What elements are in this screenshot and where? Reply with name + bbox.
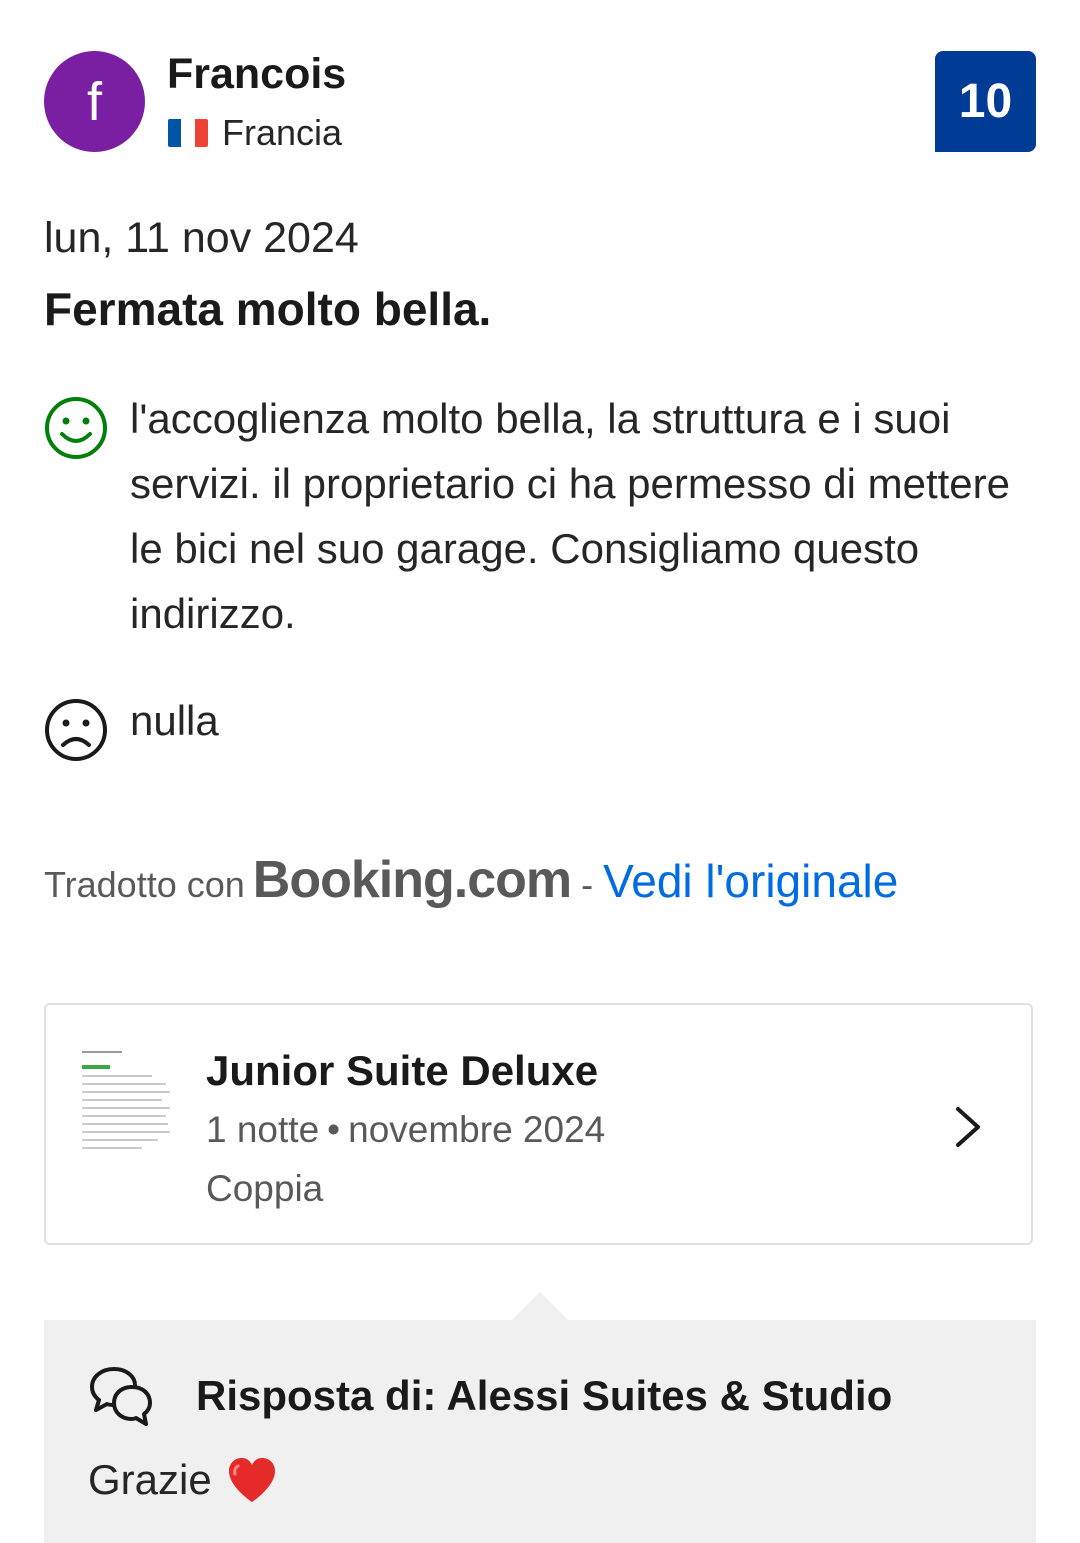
positive-comment-text: l'accoglienza molto bella, la struttura …	[130, 395, 1010, 637]
negative-comment-text: nulla	[130, 697, 219, 744]
translated-with-label: Tradotto con	[44, 864, 245, 905]
stay-details-card[interactable]: Junior Suite Deluxe 1 notte • novembre 202…	[44, 1003, 1033, 1245]
country-label: Francia	[222, 112, 343, 153]
positive-comment: l'accoglienza molto bella, la struttura …	[44, 395, 1034, 646]
translation-separator: -	[581, 864, 594, 905]
traveler-type: Coppia	[206, 1168, 324, 1209]
reply-text: Grazie	[88, 1456, 212, 1503]
reply-body: Grazie	[88, 1456, 278, 1504]
see-original-link[interactable]: Vedi l'originale	[603, 854, 898, 908]
avatar-initial: f	[86, 71, 102, 132]
reply-pointer	[512, 1292, 568, 1320]
france-flag-icon	[168, 119, 208, 147]
red-heart-icon	[228, 1458, 275, 1502]
negative-comment: nulla	[44, 697, 1034, 762]
nights-label: 1 notte	[206, 1109, 320, 1150]
chevron-right-icon[interactable]	[953, 1105, 983, 1149]
room-name: Junior Suite Deluxe	[206, 1047, 599, 1094]
stay-duration: 1 notte • novembre 2024	[206, 1109, 605, 1151]
stay-month: novembre 2024	[348, 1109, 606, 1150]
review-score-badge: 10	[935, 51, 1036, 152]
translation-notice: Tradotto con Booking.com - Vedi l'origin…	[44, 850, 898, 910]
booking-logo: Booking.com	[252, 851, 572, 909]
review-title: Fermata molto bella.	[44, 283, 492, 335]
property-reply: Risposta di: Alessi Suites & Studio Graz…	[44, 1320, 1036, 1543]
meta-separator: •	[327, 1109, 341, 1150]
reply-title: Risposta di: Alessi Suites & Studio	[196, 1372, 893, 1419]
reviewer-country: Francia	[168, 112, 342, 154]
avatar: f	[44, 51, 145, 152]
smiley-icon	[45, 397, 107, 459]
reviewer-name: Francois	[167, 50, 347, 98]
chat-bubbles-icon	[90, 1367, 152, 1426]
review-date: lun, 11 nov 2024	[44, 214, 359, 262]
review-thumbnail-image	[82, 1047, 178, 1157]
sad-face-icon	[45, 699, 107, 761]
